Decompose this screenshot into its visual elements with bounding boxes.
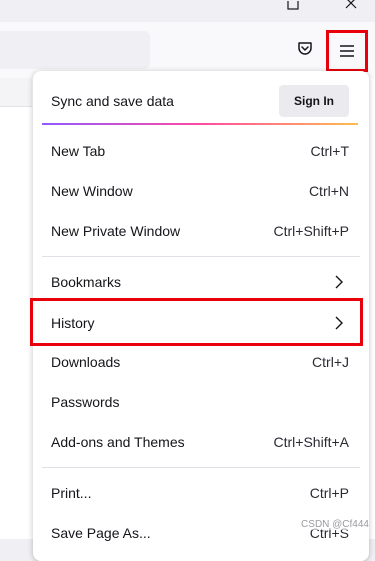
menu-item-new-tab[interactable]: New Tab Ctrl+T xyxy=(33,131,369,171)
page-content-strip xyxy=(0,78,32,107)
nav-toolbar xyxy=(0,22,375,78)
menu-item-label: Bookmarks xyxy=(51,274,122,290)
menu-separator xyxy=(42,467,360,468)
menu-item-label: Add-ons and Themes xyxy=(51,434,185,450)
menu-item-history[interactable]: History xyxy=(33,303,369,343)
menu-item-label: Passwords xyxy=(51,394,120,410)
menu-item-bookmarks[interactable]: Bookmarks xyxy=(33,262,369,302)
close-icon xyxy=(345,0,357,9)
chevron-right-icon xyxy=(335,316,343,330)
menu-item-label: Downloads xyxy=(51,354,121,370)
menu-item-passwords[interactable]: Passwords xyxy=(33,382,369,422)
menu-item-shortcut: Ctrl+Shift+P xyxy=(273,223,349,239)
close-button[interactable] xyxy=(337,0,365,14)
menu-item-label: History xyxy=(51,315,95,331)
hamburger-menu-icon xyxy=(340,45,354,57)
watermark: CSDN @Cf444 xyxy=(301,519,369,530)
app-menu-button[interactable] xyxy=(326,30,368,72)
menu-item-shortcut: Ctrl+J xyxy=(312,354,349,370)
title-bar xyxy=(0,0,375,22)
menu-item-shortcut: Ctrl+T xyxy=(310,143,350,159)
menu-item-label: New Private Window xyxy=(51,223,181,239)
menu-item-print[interactable]: Print... Ctrl+P xyxy=(33,473,369,513)
menu-item-label: New Window xyxy=(51,183,133,199)
chevron-right-icon xyxy=(335,275,343,289)
maximize-button[interactable] xyxy=(279,0,307,14)
menu-item-downloads[interactable]: Downloads Ctrl+J xyxy=(33,342,369,382)
menu-item-shortcut: Ctrl+P xyxy=(309,485,349,501)
menu-item-new-private-window[interactable]: New Private Window Ctrl+Shift+P xyxy=(33,211,369,251)
menu-item-label: Print... xyxy=(51,485,92,501)
sync-row: Sync and save data Sign In xyxy=(33,79,369,123)
menu-item-addons-themes[interactable]: Add-ons and Themes Ctrl+Shift+A xyxy=(33,422,369,462)
url-bar[interactable] xyxy=(0,31,150,69)
menu-item-label: New Tab xyxy=(51,143,106,159)
sign-in-button[interactable]: Sign In xyxy=(279,85,349,117)
pocket-button[interactable] xyxy=(291,35,319,63)
menu-item-shortcut: Ctrl+N xyxy=(308,183,349,199)
maximize-icon xyxy=(287,1,299,10)
sync-label: Sync and save data xyxy=(51,93,174,109)
menu-item-new-window[interactable]: New Window Ctrl+N xyxy=(33,171,369,211)
menu-separator xyxy=(42,256,360,257)
app-menu-panel: Sync and save data Sign In New Tab Ctrl+… xyxy=(33,71,369,561)
pocket-icon xyxy=(298,42,312,55)
menu-item-shortcut: Ctrl+Shift+A xyxy=(273,434,349,450)
account-gradient-divider xyxy=(42,123,358,125)
